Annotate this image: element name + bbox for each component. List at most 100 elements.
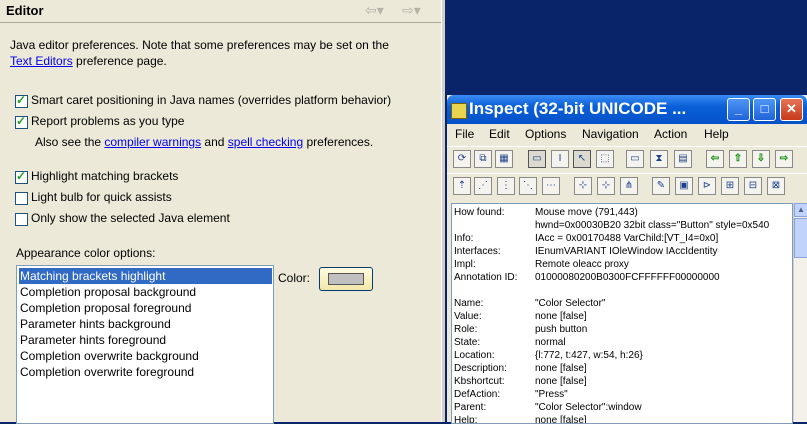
text-editors-link[interactable]: Text Editors <box>10 54 73 68</box>
toolbar-bottom: ⇡ ⋰ ⋮ ⋱ ⋯ ⊹ ⊹ ⋔ ✎ ▣ ⊳ ⊞ ⊟ ⊠ <box>447 173 807 199</box>
field-key: Parent: <box>454 402 487 413</box>
field-key: Location: <box>454 350 495 361</box>
vertical-scrollbar[interactable]: ▲ <box>793 203 807 422</box>
focus-action-icon[interactable]: ⊳ <box>698 177 716 195</box>
field-value: {l:772, t:427, w:54, h:26} <box>535 350 643 361</box>
appearance-label: Appearance color options: <box>16 246 156 260</box>
watch-focus-icon[interactable]: ▭ <box>528 150 546 168</box>
see-also-suffix: preferences. <box>303 135 374 149</box>
highlight-rect-icon[interactable]: ▭ <box>626 150 644 168</box>
arrow-up-icon[interactable]: ⇧ <box>729 150 747 168</box>
highlight-brackets-checkbox[interactable] <box>15 169 28 184</box>
list-item[interactable]: Completion overwrite foreground <box>19 364 272 380</box>
menu-navigation[interactable]: Navigation <box>582 127 639 141</box>
scroll-up-icon[interactable]: ▲ <box>794 203 807 217</box>
menu-help[interactable]: Help <box>704 127 729 141</box>
smart-caret-checkbox[interactable] <box>15 93 28 108</box>
spell-checking-link[interactable]: spell checking <box>228 135 303 149</box>
only-selected-element-checkbox[interactable] <box>15 213 28 226</box>
list-item[interactable]: Completion proposal foreground <box>19 300 272 316</box>
panel-divider[interactable] <box>441 0 445 422</box>
nav-sibling-icon[interactable]: ⋯ <box>542 177 560 195</box>
panel-header: Editor ⇦▾ ⇨▾ <box>0 0 441 23</box>
list-item[interactable]: Matching brackets highlight <box>19 268 272 284</box>
do-default-action-icon[interactable]: ✎ <box>652 177 670 195</box>
field-value: Mouse move (791,443) <box>535 207 638 218</box>
menu-action[interactable]: Action <box>654 127 687 141</box>
watch-caret-icon[interactable]: I <box>551 150 569 168</box>
light-bulb-checkbox[interactable] <box>15 192 28 205</box>
nav-first-child-icon[interactable]: ⋰ <box>474 177 492 195</box>
field-value: "Press" <box>535 389 568 400</box>
select-remove-icon[interactable]: ⊟ <box>744 177 762 195</box>
color-selector-button[interactable] <box>319 267 373 291</box>
field-key: Role: <box>454 324 478 335</box>
field-value: hwnd=0x00030B20 32bit class="Button" sty… <box>535 220 770 231</box>
field-value: none [false] <box>535 415 587 424</box>
menu-file[interactable]: File <box>455 127 474 141</box>
highlight-brackets-label: Highlight matching brackets <box>31 169 179 183</box>
color-swatch <box>328 273 364 285</box>
field-value: normal <box>535 337 566 348</box>
title-bar[interactable]: Inspect (32-bit UNICODE ... _ □ ✕ <box>447 95 807 124</box>
nav-next-sibling-icon[interactable]: ⊹ <box>597 177 615 195</box>
field-value: Remote oleacc proxy <box>535 259 629 270</box>
nav-parent-icon[interactable]: ⇡ <box>453 177 471 195</box>
report-problems-checkbox[interactable] <box>15 114 28 129</box>
watch-cursor-icon[interactable]: ↖ <box>573 150 591 168</box>
field-key: Annotation ID: <box>454 272 518 283</box>
hourglass-icon[interactable]: ⧗ <box>650 150 668 168</box>
report-problems-label: Report problems as you type <box>31 114 185 128</box>
color-label: Color: <box>278 271 311 285</box>
select-action-icon[interactable]: ▣ <box>675 177 693 195</box>
scroll-thumb[interactable] <box>794 218 807 258</box>
field-key: Interfaces: <box>454 246 501 257</box>
close-icon[interactable]: ✕ <box>780 98 803 121</box>
intro-text-line2: Text Editors preference page. <box>10 54 167 68</box>
menu-options[interactable]: Options <box>525 127 566 141</box>
field-value: none [false] <box>535 376 587 387</box>
list-item[interactable]: Completion overwrite background <box>19 348 272 364</box>
nav-prev-sibling-icon[interactable]: ⊹ <box>574 177 592 195</box>
forward-arrow-icon[interactable]: ⇨▾ <box>402 2 421 19</box>
intro-text: Java editor preferences. Note that some … <box>10 38 389 52</box>
maximize-icon[interactable]: □ <box>753 98 776 121</box>
field-value: none [false] <box>535 363 587 374</box>
arrow-right-icon[interactable]: ⇨ <box>775 150 793 168</box>
color-options-list[interactable]: Matching brackets highlight Completion p… <box>16 265 274 424</box>
field-value: none [false] <box>535 311 587 322</box>
field-value: "Color Selector" <box>535 298 606 309</box>
see-also-and: and <box>201 135 228 149</box>
watch-tooltip-icon[interactable]: ⬚ <box>596 150 614 168</box>
field-value: push button <box>535 324 588 335</box>
minimize-icon[interactable]: _ <box>727 98 750 121</box>
list-item[interactable]: Completion proposal background <box>19 284 272 300</box>
back-arrow-icon[interactable]: ⇦▾ <box>365 2 384 19</box>
field-key: Description: <box>454 363 507 374</box>
compiler-warnings-link[interactable]: compiler warnings <box>104 135 201 149</box>
field-key: Value: <box>454 311 482 322</box>
properties-icon[interactable]: ▦ <box>495 150 513 168</box>
field-key: Name: <box>454 298 484 309</box>
list-item[interactable]: Parameter hints background <box>19 316 272 332</box>
arrow-left-icon[interactable]: ⇦ <box>706 150 724 168</box>
select-extend-icon[interactable]: ⊠ <box>767 177 785 195</box>
nav-last-child-icon[interactable]: ⋱ <box>519 177 537 195</box>
field-key: DefAction: <box>454 389 501 400</box>
arrow-down-icon[interactable]: ⇩ <box>752 150 770 168</box>
nav-tree-icon[interactable]: ⋔ <box>620 177 638 195</box>
select-add-icon[interactable]: ⊞ <box>721 177 739 195</box>
refresh-icon[interactable]: ⟳ <box>453 150 471 168</box>
list-item[interactable]: Parameter hints foreground <box>19 332 272 348</box>
field-key: Kbshortcut: <box>454 376 505 387</box>
nav-child-icon[interactable]: ⋮ <box>497 177 515 195</box>
field-key: State: <box>454 337 481 348</box>
copy-icon[interactable]: ⧉ <box>474 150 492 168</box>
menu-edit[interactable]: Edit <box>489 127 510 141</box>
show-caret-icon[interactable]: ▤ <box>674 150 692 168</box>
smart-caret-label: Smart caret positioning in Java names (o… <box>31 93 392 107</box>
field-key: Impl: <box>454 259 476 270</box>
menu-bar: File Edit Options Navigation Action Help <box>447 124 807 144</box>
field-key: Info: <box>454 233 474 244</box>
inspect-output[interactable]: How found: Mouse move (791,443) hwnd=0x00… <box>451 203 793 424</box>
